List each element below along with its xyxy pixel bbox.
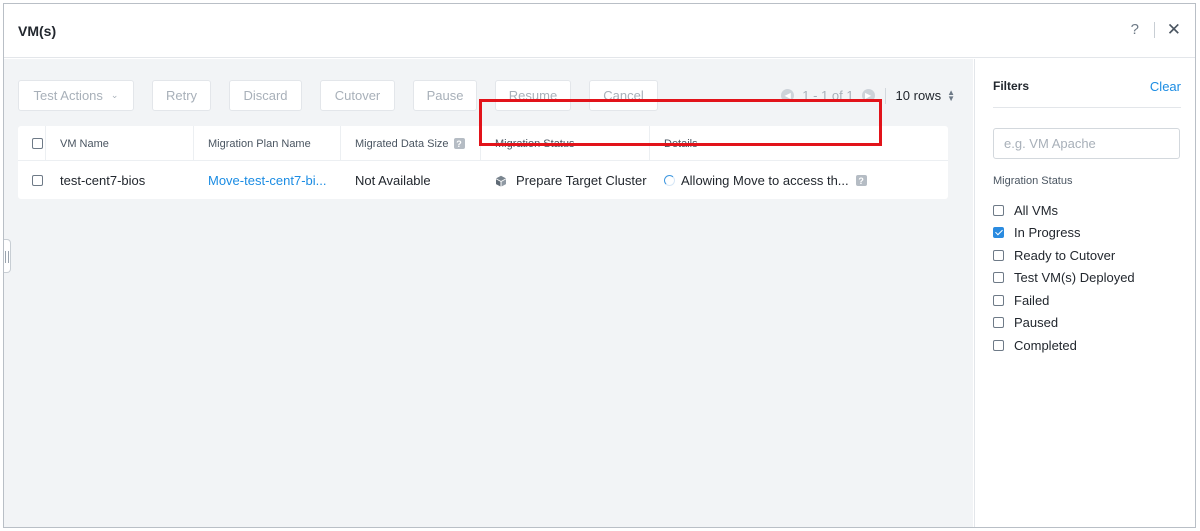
filters-panel: Filters Clear Migration Status All VMs I…	[974, 59, 1195, 527]
filters-divider	[993, 107, 1181, 108]
column-label: Migrated Data Size	[355, 137, 449, 150]
filter-checkbox[interactable]	[993, 204, 1004, 216]
cube-icon	[495, 175, 508, 187]
clear-filters-link[interactable]: Clear	[1150, 79, 1181, 94]
vm-name-cell: test-cent7-bios	[60, 173, 146, 188]
filter-option-completed[interactable]: Completed	[993, 334, 1135, 357]
migration-status-label: Migration Status	[993, 175, 1073, 187]
dialog-header: VM(s) ? ✕	[4, 4, 1195, 58]
filter-search-input[interactable]	[993, 128, 1180, 159]
discard-label: Discard	[243, 88, 288, 103]
sort-updown-icon: ▲ ▼	[947, 87, 955, 103]
vms-dialog: VM(s) ? ✕ Test Actions ⌄ Retry Discard C…	[3, 3, 1196, 528]
filter-option-label: Paused	[1014, 315, 1059, 331]
filter-option-label: Completed	[1014, 337, 1077, 353]
filter-checkbox[interactable]	[993, 249, 1004, 261]
filter-option-paused[interactable]: Paused	[993, 312, 1135, 335]
cutover-button[interactable]: Cutover	[320, 80, 395, 111]
resize-handle[interactable]	[4, 239, 11, 273]
filter-checkbox[interactable]	[993, 339, 1004, 351]
retry-label: Retry	[165, 88, 198, 103]
filter-option-in-progress[interactable]: In Progress	[993, 222, 1135, 245]
migration-status-cell: Prepare Target Cluster	[481, 162, 650, 199]
close-icon[interactable]: ✕	[1167, 21, 1181, 38]
row-checkbox[interactable]	[32, 175, 43, 186]
pagination-divider	[884, 87, 886, 104]
filter-option-ready-to-cutover[interactable]: Ready to Cutover	[993, 244, 1135, 267]
chevron-down-icon: ⌄	[110, 90, 119, 100]
test-actions-button[interactable]: Test Actions ⌄	[18, 80, 134, 111]
pause-label: Pause	[426, 88, 464, 103]
test-actions-label: Test Actions	[33, 88, 103, 103]
filter-checkbox[interactable]	[993, 317, 1004, 329]
table-row[interactable]: test-cent7-bios Move-test-cent7-bi... No…	[18, 162, 948, 199]
header-actions: ? ✕	[1128, 21, 1181, 39]
filter-option-test-vms-deployed[interactable]: Test VM(s) Deployed	[993, 267, 1135, 290]
help-icon[interactable]: ?	[453, 138, 465, 149]
filter-option-label: In Progress	[1014, 225, 1081, 241]
filter-option-failed[interactable]: Failed	[993, 289, 1135, 312]
column-header-migration-plan[interactable]: Migration Plan Name	[194, 126, 341, 161]
select-all-cell	[18, 126, 46, 161]
loading-spinner-icon	[664, 175, 675, 186]
column-label: VM Name	[60, 137, 109, 150]
pause-button[interactable]: Pause	[413, 80, 477, 111]
help-icon[interactable]: ?	[855, 175, 867, 186]
filter-option-all-vms[interactable]: All VMs	[993, 199, 1135, 222]
status-filter-list: All VMs In Progress Ready to Cutover Tes…	[993, 199, 1135, 357]
filter-checkbox[interactable]	[993, 294, 1004, 306]
migration-plan-link[interactable]: Move-test-cent7-bi...	[194, 162, 341, 199]
column-header-data-size[interactable]: Migrated Data Size ?	[341, 126, 481, 161]
discard-button[interactable]: Discard	[229, 80, 302, 111]
data-size-cell: Not Available	[355, 173, 431, 188]
retry-button[interactable]: Retry	[152, 80, 211, 111]
row-select-cell	[18, 162, 46, 199]
help-icon[interactable]: ?	[1128, 21, 1142, 38]
dialog-title: VM(s)	[18, 23, 57, 39]
cutover-label: Cutover	[334, 88, 381, 103]
column-header-vm-name[interactable]: VM Name	[46, 126, 194, 161]
filter-checkbox-checked[interactable]	[993, 227, 1004, 239]
header-divider	[1153, 21, 1155, 38]
filter-option-label: Failed	[1014, 292, 1050, 308]
details-text: Allowing Move to access th...	[681, 173, 849, 188]
filter-checkbox[interactable]	[993, 272, 1004, 284]
filters-title: Filters	[993, 79, 1030, 93]
rows-per-page-value: 10 rows	[895, 88, 942, 103]
details-cell: Allowing Move to access th... ?	[650, 162, 948, 199]
filter-option-label: All VMs	[1014, 202, 1059, 218]
select-all-checkbox[interactable]	[32, 138, 43, 149]
filter-option-label: Ready to Cutover	[1014, 247, 1116, 263]
annotation-highlight-box	[479, 99, 882, 146]
migration-status-text: Prepare Target Cluster	[516, 173, 647, 188]
filter-option-label: Test VM(s) Deployed	[1014, 270, 1135, 286]
rows-per-page-select[interactable]: 10 rows ▲ ▼	[896, 88, 955, 103]
column-label: Migration Plan Name	[208, 137, 311, 150]
